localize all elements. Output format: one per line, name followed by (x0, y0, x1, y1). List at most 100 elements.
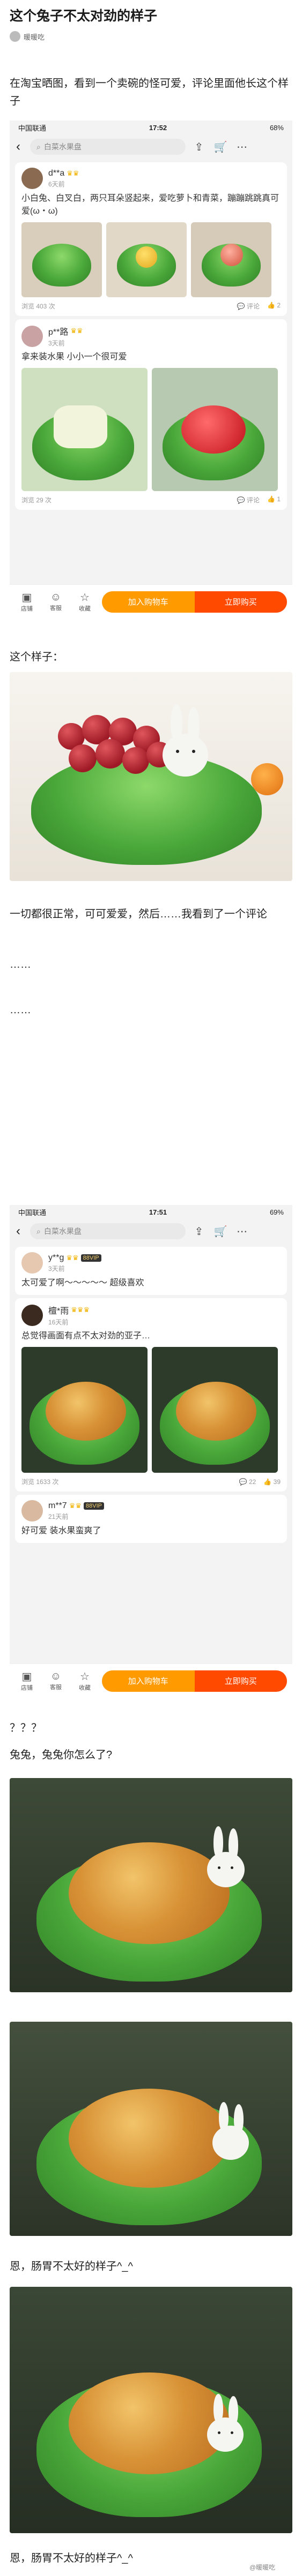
review-card: m**7 ♛♛ 88VIP 21天前 好可爱 装水果蛮爽了 (15, 1495, 287, 1543)
user-avatar (21, 1304, 43, 1326)
clock: 17:52 (149, 123, 167, 132)
text-para1: 这个样子： (10, 651, 63, 663)
share-icon[interactable]: ⇪ (191, 1223, 207, 1239)
shop-button[interactable]: ▣ 店铺 (15, 591, 39, 613)
phone-screenshot-2: 中国联通 17:51 69% ‹ ⌕ 白菜水果盘 ⇪ 🛒 ⋯ y**g ♛♛ 88V… (10, 1205, 292, 1698)
star-icon: ☆ (80, 592, 90, 604)
back-icon[interactable]: ‹ (16, 139, 25, 154)
review-text: 太可爱了啊～～～～～ 超级喜欢 (21, 1278, 144, 1287)
phone-screenshot-1: 中国联通 17:52 68% ‹ ⌕ 白菜水果盘 ⇪ 🛒 ⋯ d**a ♛♛ 6天… (10, 120, 292, 619)
text-ellipsis-2: …… (10, 1004, 31, 1016)
caption-1: 恩，肠胃不太好的样子^_^ (10, 2261, 133, 2272)
author-avatar (10, 31, 20, 42)
review-date: 3天前 (48, 340, 65, 347)
comment-button[interactable]: 💬 评论 (237, 495, 260, 504)
more-icon[interactable]: ⋯ (234, 1223, 250, 1239)
photo-grapes-bowl (10, 672, 292, 881)
review-photo[interactable] (191, 222, 271, 297)
review-date: 3天前 (48, 1264, 65, 1272)
review-text: 小白兔、白叉白，两只耳朵竖起来，爱吃萝卜和青菜，蹦蹦跳跳真可爱(ω・ω) (21, 194, 279, 216)
text-para2: 一切都很正常，可可爱爱，然后……我看到了一个评论 (10, 908, 267, 920)
crown-icon: ♛♛ (67, 169, 79, 177)
comment-button[interactable]: 💬 评论 (237, 302, 260, 311)
review-date: 6天前 (48, 180, 65, 188)
share-icon[interactable]: ⇪ (191, 139, 207, 155)
review-text: 好可爱 装水果蛮爽了 (21, 1526, 101, 1535)
search-row: ‹ ⌕ 白菜水果盘 ⇪ 🛒 ⋯ (10, 1219, 292, 1244)
service-button[interactable]: ☺ 客服 (44, 591, 68, 612)
star-icon: ☆ (80, 1671, 90, 1683)
crown-icon: ♛♛ (69, 1501, 82, 1510)
user-name: m**7 (48, 1501, 67, 1510)
review-photo[interactable] (21, 1347, 148, 1473)
review-photo[interactable] (152, 1347, 278, 1473)
status-bar: 中国联通 17:51 69% (10, 1205, 292, 1219)
shop-icon: ▣ (21, 1671, 32, 1683)
shop-button[interactable]: ▣ 店铺 (15, 1670, 39, 1692)
photo-bowl-rabbit-2 (10, 2022, 292, 2236)
favorite-button[interactable]: ☆ 收藏 (73, 591, 97, 613)
cart-icon[interactable]: 🛒 (212, 1223, 229, 1239)
user-name: 檀*雨 (48, 1307, 69, 1316)
user-name: y**g (48, 1253, 64, 1262)
text-question: ？？？ (10, 1722, 42, 1734)
search-placeholder: 白菜水果盘 (43, 142, 82, 151)
add-to-cart-button[interactable]: 加入购物车 (102, 1670, 195, 1692)
view-count: 浏览 1633 次 (21, 1478, 59, 1486)
review-photo[interactable] (21, 368, 148, 491)
watermark: @暖暖吃 (249, 2564, 276, 2571)
add-to-cart-button[interactable]: 加入购物车 (102, 591, 195, 613)
review-text: 总觉得画面有点不太对劲的亚子… (21, 1331, 151, 1340)
service-button[interactable]: ☺ 客服 (44, 1670, 68, 1691)
battery-label: 69% (269, 1208, 284, 1216)
review-photo[interactable] (21, 222, 102, 297)
search-input[interactable]: ⌕ 白菜水果盘 (30, 139, 186, 155)
article-title: 这个兔子不太对劲的样子 (10, 9, 158, 24)
comment-button[interactable]: 💬 22 (239, 1478, 256, 1486)
user-name: p**路 (48, 328, 69, 337)
review-date: 16天前 (48, 1319, 69, 1326)
review-photo[interactable] (106, 222, 187, 297)
search-input[interactable]: ⌕ 白菜水果盘 (30, 1223, 186, 1239)
more-icon[interactable]: ⋯ (234, 139, 250, 155)
crown-icon: ♛♛ (70, 327, 83, 335)
favorite-button[interactable]: ☆ 收藏 (73, 1670, 97, 1692)
cart-icon[interactable]: 🛒 (212, 139, 229, 155)
buy-now-button[interactable]: 立即购买 (194, 1670, 287, 1692)
intro-text: 在淘宝晒图，看到一个卖碗的怪可爱，评论里面他长这个样子 (10, 78, 289, 107)
user-avatar (21, 1500, 43, 1522)
vip-badge: 88VIP (80, 1254, 101, 1262)
photo-bowl-rabbit-3 (10, 2287, 292, 2533)
search-icon: ⌕ (36, 142, 41, 151)
author-name: 暖暖吃 (24, 33, 45, 41)
battery-label: 68% (269, 123, 284, 132)
user-name: d**a (48, 168, 65, 178)
chat-icon: ☺ (50, 591, 62, 603)
carrier-label: 中国联通 (18, 1208, 47, 1217)
search-row: ‹ ⌕ 白菜水果盘 ⇪ 🛒 ⋯ (10, 134, 292, 159)
shop-icon: ▣ (21, 592, 32, 604)
view-count: 浏览 29 次 (21, 496, 52, 504)
search-icon: ⌕ (36, 1226, 41, 1236)
review-photo[interactable] (152, 368, 278, 491)
photo-bowl-rabbit-1 (10, 1778, 292, 1992)
like-button[interactable]: 👍 1 (267, 495, 281, 504)
review-card: d**a ♛♛ 6天前 小白兔、白叉白，两只耳朵竖起来，爱吃萝卜和青菜，蹦蹦跳跳真… (15, 162, 287, 316)
buy-now-button[interactable]: 立即购买 (194, 591, 287, 613)
carrier-label: 中国联通 (18, 124, 47, 132)
author-row[interactable]: 暖暖吃 (10, 31, 45, 42)
text-question-2: 兔兔，兔兔你怎么了? (10, 1749, 113, 1761)
bottom-bar: ▣ 店铺 ☺ 客服 ☆ 收藏 加入购物车 立即购买 (10, 584, 292, 619)
crown-icon: ♛♛♛ (71, 1306, 90, 1314)
user-avatar (21, 168, 43, 189)
back-icon[interactable]: ‹ (16, 1224, 25, 1239)
review-text: 拿来装水果 小小一个很可爱 (21, 352, 127, 361)
like-button[interactable]: 👍 2 (267, 302, 281, 311)
review-card: y**g ♛♛ 88VIP 3天前 太可爱了啊～～～～～ 超级喜欢 (15, 1247, 287, 1295)
like-button[interactable]: 👍 39 (263, 1478, 281, 1486)
crown-icon: ♛♛ (66, 1253, 79, 1262)
vip-badge: 88VIP (84, 1502, 104, 1510)
view-count: 浏览 403 次 (21, 303, 55, 310)
chat-icon: ☺ (50, 1670, 62, 1682)
search-placeholder: 白菜水果盘 (43, 1227, 82, 1236)
